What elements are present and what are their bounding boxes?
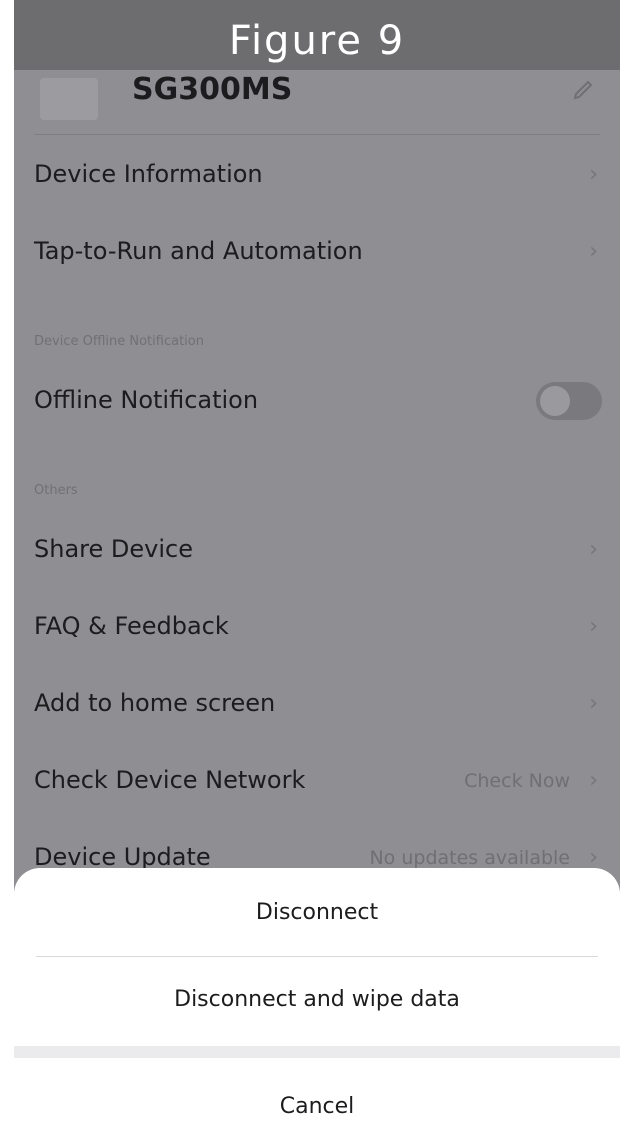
share-device-label: Share Device <box>34 535 193 563</box>
chevron-right-icon: › <box>589 614 598 639</box>
chevron-right-icon: › <box>589 239 598 264</box>
offline-section-label: Device Offline Notification <box>34 334 204 349</box>
tap-to-run-row[interactable]: Tap-to-Run and Automation › <box>14 221 620 281</box>
offline-notification-row: Offline Notification <box>14 370 620 430</box>
sheet-separator <box>14 1046 620 1058</box>
device-information-label: Device Information <box>34 160 263 188</box>
check-network-label: Check Device Network <box>34 766 306 794</box>
device-update-label: Device Update <box>34 843 211 871</box>
divider <box>34 134 600 135</box>
action-sheet: Disconnect Disconnect and wipe data Canc… <box>14 868 620 1137</box>
chevron-right-icon: › <box>589 162 598 187</box>
offline-notification-label: Offline Notification <box>34 386 259 414</box>
share-device-row[interactable]: Share Device › <box>14 519 620 579</box>
sheet-divider <box>36 956 598 957</box>
chevron-right-icon: › <box>589 691 598 716</box>
check-now-value: Check Now <box>464 770 570 792</box>
check-network-row[interactable]: Check Device Network Check Now › <box>14 750 620 810</box>
device-header[interactable]: SG300MS <box>14 60 620 135</box>
update-status-value: No updates available <box>369 847 570 869</box>
edit-icon[interactable] <box>572 78 596 102</box>
device-name: SG300MS <box>132 72 293 107</box>
chevron-right-icon: › <box>589 845 598 870</box>
offline-notification-toggle[interactable] <box>536 382 602 420</box>
chevron-right-icon: › <box>589 768 598 793</box>
cancel-button[interactable]: Cancel <box>14 1094 620 1119</box>
disconnect-button[interactable]: Disconnect <box>14 900 620 925</box>
toggle-knob <box>540 386 570 416</box>
tap-to-run-label: Tap-to-Run and Automation <box>34 237 363 265</box>
others-section-label: Others <box>34 483 78 498</box>
chevron-right-icon: › <box>589 537 598 562</box>
add-home-screen-label: Add to home screen <box>34 689 276 717</box>
figure-title-banner: Figure 9 <box>14 0 620 70</box>
disconnect-wipe-button[interactable]: Disconnect and wipe data <box>14 987 620 1012</box>
faq-feedback-label: FAQ & Feedback <box>34 612 229 640</box>
device-thumbnail <box>40 78 98 120</box>
device-information-row[interactable]: Device Information › <box>14 144 620 204</box>
add-home-screen-row[interactable]: Add to home screen › <box>14 673 620 733</box>
faq-feedback-row[interactable]: FAQ & Feedback › <box>14 596 620 656</box>
